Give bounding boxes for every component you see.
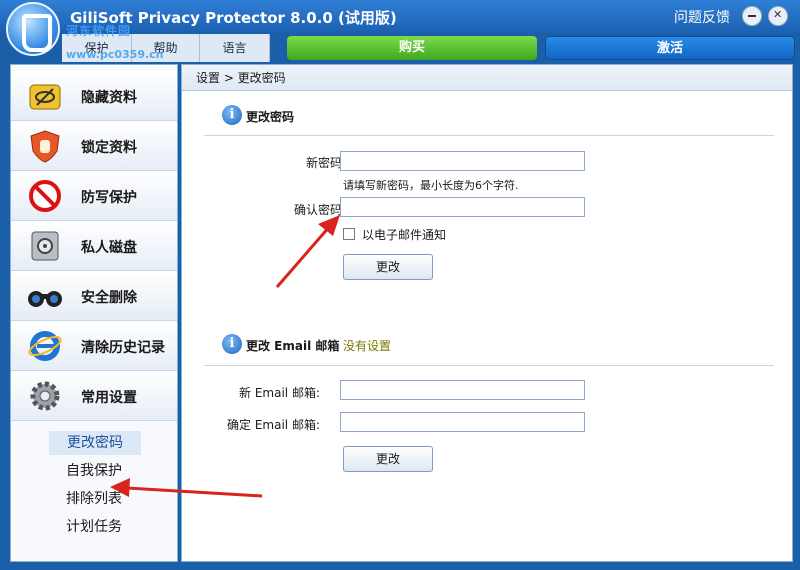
buy-button[interactable]: 购买 [287, 36, 537, 60]
sidebar-item-common-settings[interactable]: 常用设置 [11, 371, 177, 421]
feedback-link[interactable]: 问题反馈 [674, 7, 730, 27]
safe-disk-icon [31, 231, 59, 261]
minimize-button[interactable] [742, 6, 762, 26]
sidebar-item-write-protect[interactable]: 防写保护 [11, 171, 177, 221]
sidebar-item-label: 锁定资料 [81, 140, 137, 156]
sidebar-item-private-disk[interactable]: 私人磁盘 [11, 221, 177, 271]
confirm-email-field[interactable] [340, 412, 585, 432]
close-button[interactable] [768, 6, 788, 26]
new-email-field[interactable] [340, 380, 585, 400]
lock-hand-icon [30, 130, 60, 163]
watermark-text: 河东软件园 [66, 24, 132, 38]
info-icon: i [222, 105, 242, 125]
subitem-change-password[interactable]: 更改密码 [49, 431, 141, 455]
shredder-binoculars-icon [28, 291, 62, 307]
hide-data-icon [29, 84, 61, 110]
new-password-label: 新密码: [305, 156, 346, 170]
no-write-icon [29, 180, 61, 212]
sidebar-item-label: 清除历史记录 [81, 340, 165, 356]
app-logo-icon [6, 2, 60, 56]
email-notify-label: 以电子邮件通知 [362, 228, 447, 242]
watermark-url: www.pc0359.cn [66, 48, 164, 61]
email-section-title: 更改 Email 邮箱 [246, 339, 340, 353]
sidebar-item-label: 常用设置 [81, 390, 137, 406]
sidebar-item-secure-delete[interactable]: 安全删除 [11, 271, 177, 321]
sidebar: 隐藏资料 锁定资料 防写保护 私人磁盘 安全删除 清除历史记录 常用设置 更改密… [10, 64, 178, 562]
sidebar-item-lock-data[interactable]: 锁定资料 [11, 121, 177, 171]
menu-language[interactable]: 语言 [200, 34, 270, 62]
sidebar-item-label: 防写保护 [81, 190, 137, 206]
breadcrumb: 设置 > 更改密码 [182, 65, 792, 91]
confirm-password-label: 确认密码: [293, 203, 346, 217]
subitem-exclude-list[interactable]: 排除列表 [11, 487, 177, 511]
new-password-field[interactable] [340, 151, 585, 171]
activate-button[interactable]: 激活 [545, 36, 795, 60]
subitem-self-protect[interactable]: 自我保护 [11, 459, 177, 483]
divider [204, 135, 774, 136]
gear-icon [30, 381, 60, 411]
password-section-title: 更改密码 [246, 110, 295, 124]
change-email-button[interactable]: 更改 [343, 446, 433, 472]
confirm-password-field[interactable] [340, 197, 585, 217]
email-notify-checkbox[interactable] [343, 228, 355, 240]
sidebar-item-hide-data[interactable]: 隐藏资料 [11, 71, 177, 121]
sidebar-item-label: 隐藏资料 [81, 90, 137, 106]
sidebar-item-label: 私人磁盘 [81, 240, 137, 256]
subitem-scheduled-tasks[interactable]: 计划任务 [11, 515, 177, 539]
info-icon: i [222, 334, 242, 354]
confirm-email-label: 确定 Email 邮箱: [227, 418, 320, 432]
change-password-button[interactable]: 更改 [343, 254, 433, 280]
password-hint: 请填写新密码，最小长度为6个字符. [343, 179, 519, 192]
ie-history-icon [28, 331, 62, 361]
email-status: 没有设置 [343, 339, 392, 353]
sidebar-item-label: 安全删除 [81, 290, 137, 306]
new-email-label: 新 Email 邮箱: [239, 386, 320, 400]
sidebar-item-clear-history[interactable]: 清除历史记录 [11, 321, 177, 371]
main-panel: 设置 > 更改密码 i 更改密码 新密码: 请填写新密码，最小长度为6个字符. … [181, 64, 793, 562]
divider [204, 365, 774, 366]
